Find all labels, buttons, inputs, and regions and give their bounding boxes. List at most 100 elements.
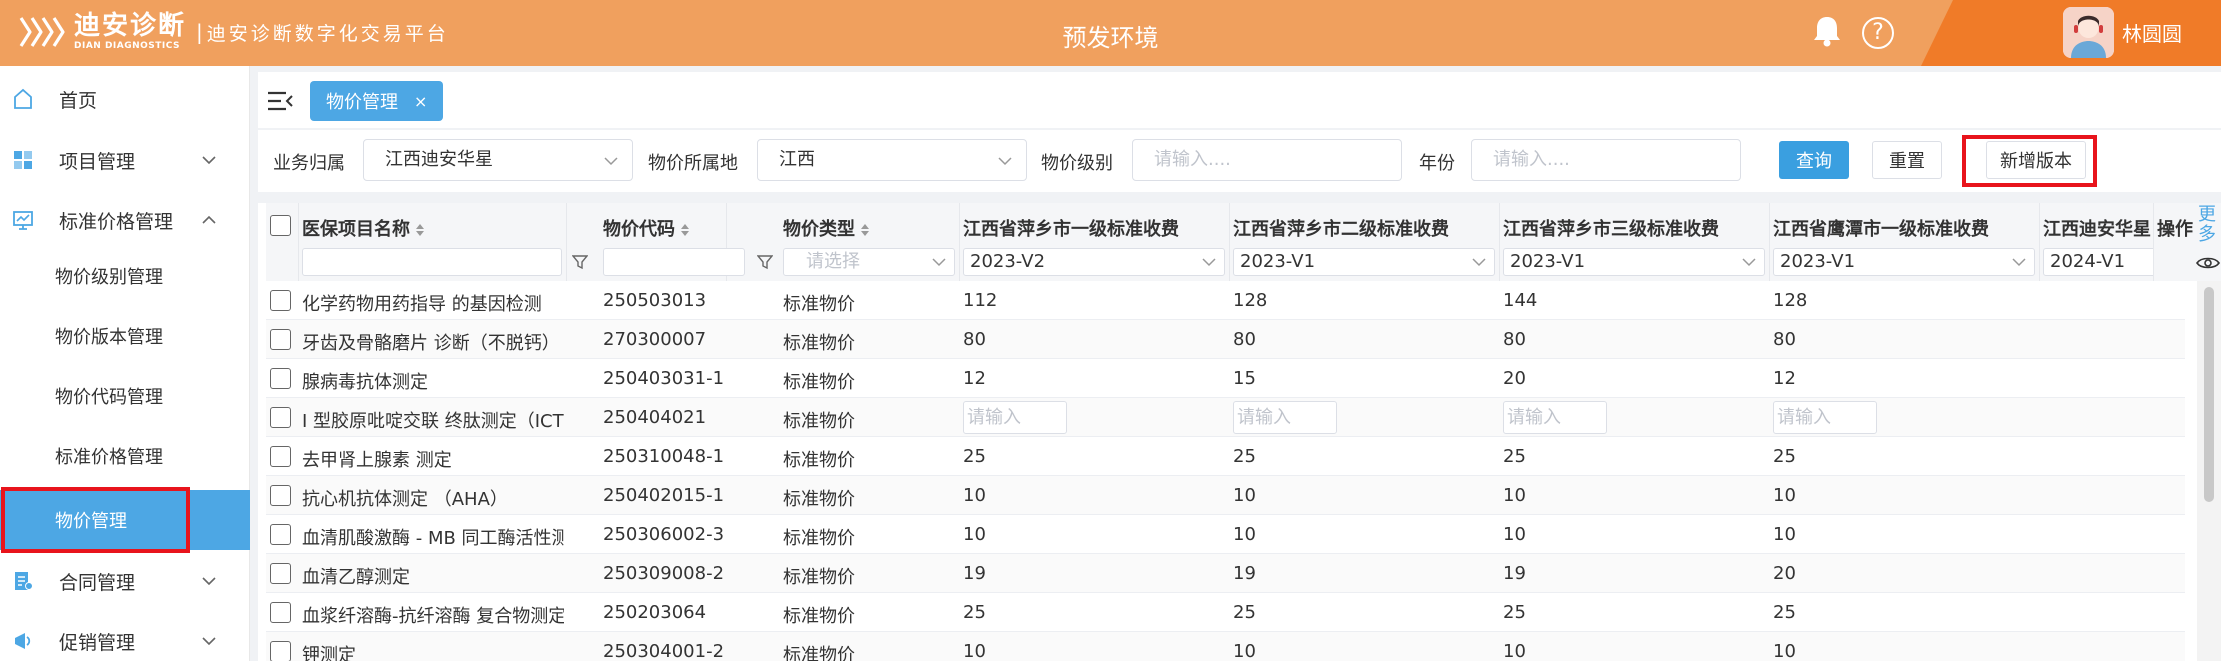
cell-price[interactable]: 80 [1233, 329, 1256, 350]
table-row[interactable]: 血浆纤溶酶-抗纤溶酶 复合物测定(... 250203064 标准物价 25 2… [266, 593, 2185, 632]
menu-toggle-icon[interactable] [267, 90, 293, 112]
version-select[interactable]: 2024-V1 [2043, 248, 2153, 276]
row-checkbox[interactable] [270, 329, 291, 350]
version-select[interactable]: 2023-V1 [1773, 248, 2035, 276]
sidebar-subitem-standard-price[interactable]: 标准价格管理 [0, 443, 250, 473]
price-input[interactable]: 请输入 [1233, 401, 1337, 434]
level-input[interactable]: 请输入.... [1132, 139, 1402, 181]
sort-icon[interactable] [680, 223, 690, 237]
help-icon[interactable]: ? [1862, 17, 1894, 49]
column-header-dian-huaxing[interactable]: 江西迪安华星自 2024-V1 [2040, 203, 2154, 281]
cell-price[interactable]: 25 [1773, 446, 1796, 467]
type-filter-select[interactable]: 请选择 [783, 248, 955, 276]
sidebar-item-promo-mgmt[interactable]: 促销管理 [0, 626, 250, 656]
row-checkbox[interactable] [270, 446, 291, 467]
cell-price[interactable]: 128 [1233, 290, 1267, 311]
row-checkbox[interactable] [270, 602, 291, 623]
table-row[interactable]: 抗心机抗体测定 （AHA） 250402015-1 标准物价 10 10 10 … [266, 476, 2185, 515]
table-row[interactable]: 血清肌酸激酶 - MB 同工酶活性测定 250306002-3 标准物价 10 … [266, 515, 2185, 554]
query-button[interactable]: 查询 [1779, 141, 1849, 179]
row-checkbox[interactable] [270, 368, 291, 389]
table-row[interactable]: 钾测定 250304001-2 标准物价 10 10 10 10 [266, 632, 2185, 661]
eye-icon[interactable] [2196, 255, 2220, 271]
cell-price[interactable]: 10 [1233, 524, 1256, 545]
cell-price[interactable]: 10 [1233, 641, 1256, 661]
sidebar-item-home[interactable]: 首页 [0, 84, 250, 114]
logo[interactable]: 迪安诊断 DIAN DIAGNOSTICS | 迪安诊断数字化交易平台 [18, 10, 449, 54]
cell-price[interactable]: 25 [963, 602, 986, 623]
sidebar-item-standard-price-mgmt[interactable]: 标准价格管理 [0, 205, 250, 235]
sort-icon[interactable] [415, 223, 425, 237]
cell-price[interactable]: 80 [963, 329, 986, 350]
cell-price[interactable]: 15 [1233, 368, 1256, 389]
username[interactable]: 林圆圆 [2122, 18, 2182, 47]
row-checkbox[interactable] [270, 641, 291, 661]
table-row[interactable]: 牙齿及骨骼磨片 诊断（不脱钙） 270300007 标准物价 80 80 80 … [266, 320, 2185, 359]
cell-price[interactable]: 20 [1773, 563, 1796, 584]
sidebar-subitem-price-version[interactable]: 物价版本管理 [0, 323, 250, 353]
cell-price[interactable]: 10 [1773, 485, 1796, 506]
cell-price[interactable]: 12 [963, 368, 986, 389]
sidebar-subitem-price-mgmt[interactable]: 物价管理 [0, 490, 250, 550]
cell-price[interactable]: 10 [963, 524, 986, 545]
column-header-pingxiang-l1[interactable]: 江西省萍乡市一级标准收费 2023-V2 [960, 203, 1230, 281]
table-row[interactable]: 血清乙醇测定 250309008-2 标准物价 19 19 19 20 [266, 554, 2185, 593]
table-row[interactable]: 腺病毒抗体测定 250403031-1 标准物价 12 15 20 12 [266, 359, 2185, 398]
reset-button[interactable]: 重置 [1872, 141, 1942, 179]
table-row[interactable]: I 型胶原吡啶交联 终肽测定（ICTP） 250404021 标准物价 请输入 … [266, 398, 2185, 437]
cell-price[interactable]: 25 [1503, 602, 1526, 623]
filter-icon[interactable] [572, 254, 588, 270]
cell-price[interactable]: 80 [1503, 329, 1526, 350]
table-row[interactable]: 化学药物用药指导 的基因检测 250503013 标准物价 112 128 14… [266, 281, 2185, 320]
cell-price[interactable]: 19 [963, 563, 986, 584]
row-checkbox[interactable] [270, 563, 291, 584]
price-input[interactable]: 请输入 [963, 401, 1067, 434]
cell-price[interactable]: 10 [1773, 641, 1796, 661]
row-checkbox[interactable] [270, 485, 291, 506]
cell-price[interactable]: 112 [963, 290, 997, 311]
cell-price[interactable]: 10 [1233, 485, 1256, 506]
cell-price[interactable]: 12 [1773, 368, 1796, 389]
notification-bell-icon[interactable] [1811, 14, 1843, 48]
scrollbar-thumb[interactable] [2204, 287, 2214, 502]
cell-price[interactable]: 10 [1503, 641, 1526, 661]
column-header-name[interactable]: 医保项目名称 [299, 203, 588, 281]
version-select[interactable]: 2023-V1 [1233, 248, 1495, 276]
row-checkbox[interactable] [270, 407, 291, 428]
cell-price[interactable]: 25 [963, 446, 986, 467]
cell-price[interactable]: 10 [1503, 524, 1526, 545]
cell-price[interactable]: 19 [1503, 563, 1526, 584]
sidebar-item-project-mgmt[interactable]: 项目管理 [0, 145, 250, 175]
year-input[interactable]: 请输入.... [1471, 139, 1741, 181]
cell-price[interactable]: 25 [1233, 602, 1256, 623]
column-header-pingxiang-l3[interactable]: 江西省萍乡市三级标准收费 2023-V1 [1500, 203, 1770, 281]
column-header-pingxiang-l2[interactable]: 江西省萍乡市二级标准收费 2023-V1 [1230, 203, 1500, 281]
sidebar-subitem-price-code[interactable]: 物价代码管理 [0, 383, 250, 413]
version-select[interactable]: 2023-V2 [963, 248, 1225, 276]
cell-price[interactable]: 25 [1503, 446, 1526, 467]
row-checkbox[interactable] [270, 290, 291, 311]
cell-price[interactable]: 10 [963, 485, 986, 506]
code-filter-input[interactable] [603, 248, 745, 276]
close-icon[interactable]: × [414, 92, 427, 111]
business-select[interactable]: 江西迪安华星 [363, 139, 633, 181]
sidebar-subitem-price-level[interactable]: 物价级别管理 [0, 263, 250, 293]
cell-price[interactable]: 25 [1773, 602, 1796, 623]
region-select[interactable]: 江西 [757, 139, 1027, 181]
cell-price[interactable]: 20 [1503, 368, 1526, 389]
cell-price[interactable]: 19 [1233, 563, 1256, 584]
select-all-checkbox[interactable] [270, 215, 291, 236]
row-checkbox[interactable] [270, 524, 291, 545]
version-select[interactable]: 2023-V1 [1503, 248, 1765, 276]
price-input[interactable]: 请输入 [1773, 401, 1877, 434]
sort-icon[interactable] [860, 223, 870, 237]
filter-icon[interactable] [757, 254, 773, 270]
column-header-code[interactable]: 物价代码 [600, 203, 745, 281]
name-filter-input[interactable] [302, 248, 562, 276]
add-version-button[interactable]: 新增版本 [1986, 141, 2086, 179]
cell-price[interactable]: 128 [1773, 290, 1807, 311]
more-columns[interactable]: 更多 [2193, 203, 2221, 281]
column-header-yingtan-l1[interactable]: 江西省鹰潭市一级标准收费 2023-V1 [1770, 203, 2040, 281]
cell-price[interactable]: 25 [1233, 446, 1256, 467]
cell-price[interactable]: 10 [963, 641, 986, 661]
